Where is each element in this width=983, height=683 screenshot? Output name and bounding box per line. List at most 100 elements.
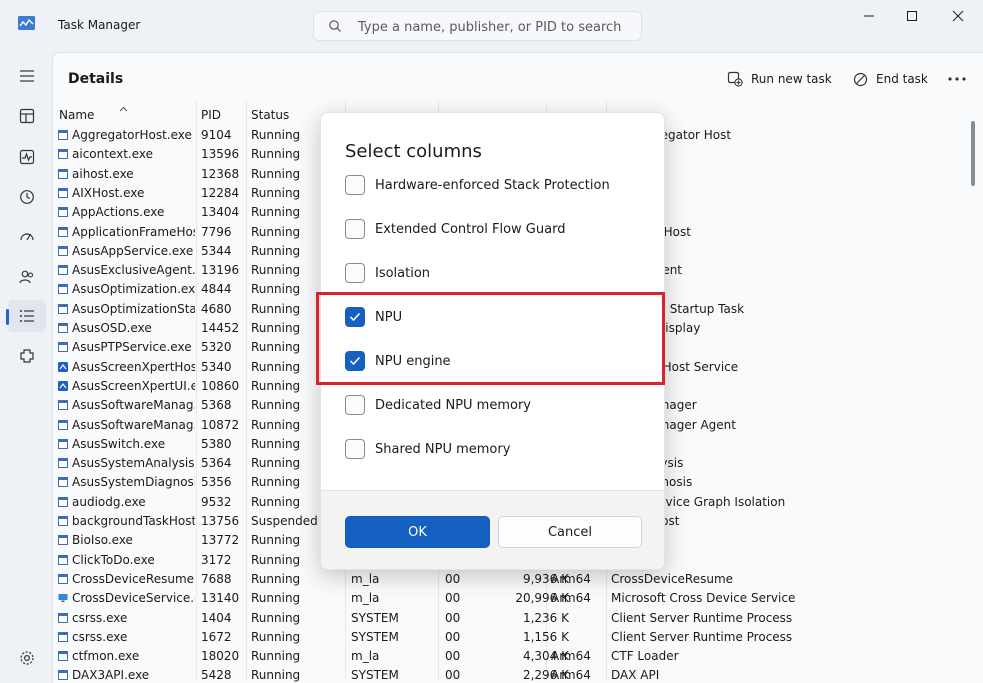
process-name: ApplicationFrameHos...	[72, 225, 195, 239]
users-icon	[19, 269, 35, 285]
process-name: AsusScreenXpertUI.exe	[72, 379, 195, 393]
cancel-button[interactable]: Cancel	[498, 516, 642, 548]
process-memory: 1,236 K	[473, 611, 569, 625]
process-name: aihost.exe	[72, 167, 195, 181]
table-row[interactable]: csrss.exe1404RunningSYSTEM001,236 KClien…	[53, 609, 965, 628]
process-cpu: 00	[445, 649, 475, 663]
process-pid: 4680	[201, 302, 251, 316]
hamburger-menu-button[interactable]	[8, 60, 46, 92]
nav-startup-apps[interactable]	[8, 221, 46, 253]
nav-settings[interactable]	[8, 642, 46, 674]
title-bar: Task Manager	[0, 0, 983, 52]
app-icon	[58, 169, 68, 179]
process-name: AsusSoftwareManag...	[72, 398, 195, 412]
app-icon	[58, 149, 68, 159]
ok-button[interactable]: OK	[345, 516, 490, 548]
close-button[interactable]	[938, 4, 978, 28]
end-task-button[interactable]: End task	[853, 67, 928, 91]
column-option[interactable]: Dedicated NPU memory	[345, 393, 531, 417]
table-row[interactable]: csrss.exe1672RunningSYSTEM001,156 KClien…	[53, 628, 965, 647]
nav-processes[interactable]	[8, 100, 46, 132]
process-pid: 5364	[201, 456, 251, 470]
nav-users[interactable]	[8, 261, 46, 293]
process-status: Running	[251, 649, 346, 663]
table-row[interactable]: CrossDeviceService.exe13140Runningm_la00…	[53, 589, 965, 608]
nav-performance[interactable]	[8, 141, 46, 173]
app-icon	[58, 555, 68, 565]
column-option-label: Hardware-enforced Stack Protection	[375, 178, 610, 193]
column-header-name[interactable]: Name	[59, 108, 94, 122]
column-option[interactable]: Hardware-enforced Stack Protection	[345, 173, 610, 197]
table-row[interactable]: DAX3API.exe5428RunningSYSTEM002,296 KArm…	[53, 666, 965, 683]
process-pid: 5340	[201, 360, 251, 374]
performance-icon	[19, 149, 35, 165]
process-cpu: 00	[445, 591, 475, 605]
process-user: m_la	[351, 649, 436, 663]
hamburger-icon	[19, 69, 35, 83]
process-pid: 5344	[201, 244, 251, 258]
process-name: AsusSystemAnalysis....	[72, 456, 195, 470]
column-option[interactable]: Shared NPU memory	[345, 437, 510, 461]
process-description: Client Server Runtime Process	[611, 611, 961, 625]
process-pid: 5380	[201, 437, 251, 451]
checkbox-unchecked[interactable]	[345, 395, 365, 415]
screenxpert-icon	[58, 381, 68, 391]
table-row[interactable]: CrossDeviceResume.e...7688Runningm_la009…	[53, 570, 965, 589]
checkbox-unchecked[interactable]	[345, 439, 365, 459]
nav-app-history[interactable]	[8, 181, 46, 213]
process-name: AppActions.exe	[72, 205, 195, 219]
app-icon	[58, 207, 68, 217]
process-cpu: 00	[445, 630, 475, 644]
process-name: AsusSoftwareManag...	[72, 418, 195, 432]
column-option[interactable]: Isolation	[345, 261, 430, 285]
run-new-task-button[interactable]: Run new task	[727, 67, 832, 91]
nav-details[interactable]	[8, 300, 46, 332]
more-options-icon	[948, 77, 966, 81]
process-user: SYSTEM	[351, 630, 436, 644]
checkbox-unchecked[interactable]	[345, 219, 365, 239]
column-header-pid[interactable]: PID	[201, 108, 221, 122]
table-row[interactable]: ctfmon.exe18020Runningm_la004,304 KArm64…	[53, 647, 965, 666]
app-icon	[58, 439, 68, 449]
process-pid: 13772	[201, 533, 251, 547]
end-task-icon	[853, 72, 868, 87]
search-icon	[328, 19, 342, 33]
more-options-button[interactable]	[948, 67, 966, 91]
process-name: ClickToDo.exe	[72, 553, 195, 567]
nav-services[interactable]	[8, 340, 46, 372]
process-pid: 13140	[201, 591, 251, 605]
column-option[interactable]: Extended Control Flow Guard	[345, 217, 565, 241]
search-input[interactable]	[358, 16, 628, 38]
process-pid: 13596	[201, 147, 251, 161]
process-pid: 12284	[201, 186, 251, 200]
app-icon	[58, 420, 68, 430]
minimize-button[interactable]	[849, 4, 889, 28]
process-pid: 5428	[201, 668, 251, 682]
process-status: Running	[251, 668, 346, 682]
process-pid: 7796	[201, 225, 251, 239]
column-option-label: Shared NPU memory	[375, 442, 510, 457]
app-icon	[58, 130, 68, 140]
details-list-icon	[19, 309, 35, 323]
process-pid: 10872	[201, 418, 251, 432]
process-name: AsusOptimizationStar...	[72, 302, 195, 316]
app-icon	[58, 497, 68, 507]
checkbox-unchecked[interactable]	[345, 175, 365, 195]
column-header-status[interactable]: Status	[251, 108, 289, 122]
app-icon	[58, 342, 68, 352]
checkbox-unchecked[interactable]	[345, 263, 365, 283]
startup-icon	[19, 229, 35, 245]
vertical-scrollbar[interactable]	[971, 121, 975, 186]
process-name: audiodg.exe	[72, 495, 195, 509]
process-architecture: Arm64	[551, 649, 606, 663]
process-pid: 13196	[201, 263, 251, 277]
maximize-icon	[906, 10, 918, 22]
process-name: AsusExclusiveAgent.e...	[72, 263, 195, 277]
process-cpu: 00	[445, 572, 475, 586]
page-title: Details	[68, 71, 123, 87]
process-pid: 18020	[201, 649, 251, 663]
history-icon	[19, 189, 35, 205]
maximize-button[interactable]	[892, 4, 932, 28]
search-box[interactable]	[313, 11, 642, 41]
process-status: Running	[251, 611, 346, 625]
